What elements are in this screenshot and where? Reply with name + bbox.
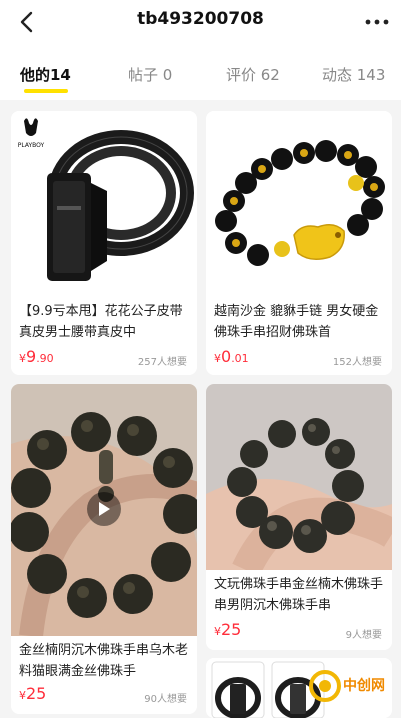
tab-activity[interactable]: 动态 143 [322, 64, 385, 85]
product-card-bracelet[interactable]: 越南沙金 貔貅手链 男女硬金佛珠手串招财佛珠首 ¥0.01 152人想要 [206, 111, 392, 375]
product-card-belt[interactable]: PLAYBOY 【9.9亏本甩】花花公子皮带真皮男士腰带真皮中 ¥9.90 25… [11, 111, 197, 375]
play-video-button[interactable] [87, 492, 121, 526]
product-image-bracelet [206, 111, 392, 297]
product-card-wood-beads[interactable]: 金丝楠阴沉木佛珠手串乌木老料猫眼满金丝佛珠手 ¥25 90人想要 [11, 384, 197, 714]
product-title: 越南沙金 貔貅手链 男女硬金佛珠手串招财佛珠首 [214, 304, 379, 340]
product-price: ¥9.90 [19, 347, 54, 366]
svg-text:中创网: 中创网 [343, 677, 385, 694]
product-card-wrist-beads[interactable]: 文玩佛珠手串金丝楠木佛珠手串男阴沉木佛珠手串 ¥25 9人想要 [206, 384, 392, 650]
product-title: 金丝楠阴沉木佛珠手串乌木老料猫眼满金丝佛珠手 [19, 643, 189, 679]
product-price: ¥25 [214, 620, 242, 639]
page-title: tb493200708 [137, 9, 264, 29]
watermark-logo: 中创网 [309, 670, 385, 702]
want-count: 257人想要 [137, 357, 187, 368]
svg-text:PLAYBOY: PLAYBOY [18, 142, 45, 149]
ellipsis-icon [365, 19, 389, 25]
play-icon [99, 502, 110, 516]
tab-reviews[interactable]: 评价 62 [226, 64, 280, 85]
tab-items[interactable]: 他的14 [20, 64, 71, 85]
product-title: 【9.9亏本甩】花花公子皮带真皮男士腰带真皮中 [19, 304, 183, 340]
header-bar: tb493200708 [0, 0, 401, 44]
product-title: 文玩佛珠手串金丝楠木佛珠手串男阴沉木佛珠手串 [214, 577, 384, 613]
want-count: 9人想要 [345, 630, 382, 641]
product-image-belt: PLAYBOY [11, 111, 197, 297]
product-image-wrist-beads [206, 384, 392, 570]
want-count: 90人想要 [144, 694, 187, 705]
active-tab-indicator [24, 89, 68, 93]
product-price: ¥25 [19, 684, 47, 703]
more-button[interactable] [363, 10, 391, 34]
product-price: ¥0.01 [214, 347, 249, 366]
want-count: 152人想要 [332, 357, 382, 368]
tab-posts[interactable]: 帖子 0 [128, 64, 172, 85]
